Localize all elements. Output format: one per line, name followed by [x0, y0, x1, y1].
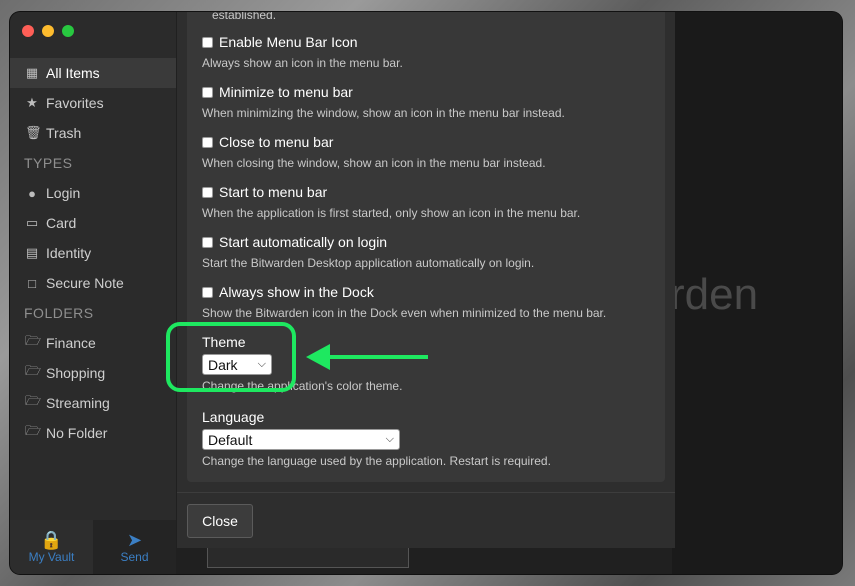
- credit-card-icon: ▭: [25, 215, 39, 230]
- app-window: ▦ All Items ★ Favorites 🗑 Trash TYPES ● …: [10, 12, 842, 574]
- send-button[interactable]: ➤ Send: [93, 520, 176, 574]
- language-setting: Language Default ⌵ Change the language u…: [202, 407, 551, 468]
- close-to-menu-bar-checkbox[interactable]: [202, 136, 213, 148]
- sidebar-item-secure-note[interactable]: □ Secure Note: [10, 268, 176, 298]
- enable-menu-bar-icon-checkbox[interactable]: [202, 36, 213, 48]
- theme-highlight-box: [166, 322, 296, 392]
- brand-text: rden: [670, 270, 759, 319]
- start-to-menu-bar-checkbox[interactable]: [202, 186, 213, 198]
- sidebar-item-all-items[interactable]: ▦ All Items: [10, 58, 176, 88]
- chevron-down-icon: ⌵: [385, 433, 394, 445]
- sidebar-item-label: Identity: [46, 245, 92, 261]
- send-label: Send: [120, 550, 149, 564]
- option-description: When the application is first started, o…: [202, 206, 581, 220]
- option-label: Always show in the Dock: [219, 284, 374, 300]
- option-label: Start to menu bar: [219, 184, 328, 200]
- lock-icon: 🔒: [40, 530, 63, 550]
- option-description: Always show an icon in the menu bar.: [202, 56, 403, 70]
- option-description: Start the Bitwarden Desktop application …: [202, 256, 535, 270]
- my-vault-label: My Vault: [28, 550, 75, 564]
- folder-icon: 🗁: [25, 423, 42, 438]
- clipped-description: established.: [212, 12, 277, 22]
- sidebar-item-streaming[interactable]: 🗁 Streaming: [10, 388, 176, 418]
- note-icon: □: [28, 275, 36, 291]
- language-select[interactable]: Default ⌵: [202, 429, 400, 450]
- option-close-to-menu-bar: Close to menu bar When closing the windo…: [202, 132, 546, 170]
- sidebar-list: ▦ All Items ★ Favorites 🗑 Trash TYPES ● …: [10, 58, 176, 448]
- trash-icon: 🗑: [25, 125, 42, 140]
- close-button[interactable]: Close: [187, 504, 253, 538]
- modal-footer: Close: [177, 492, 675, 549]
- my-vault-button[interactable]: 🔒 My Vault: [10, 520, 93, 574]
- id-card-icon: ▤: [25, 245, 39, 260]
- sidebar-item-label: Secure Note: [46, 275, 124, 291]
- option-description: When closing the window, show an icon in…: [202, 156, 546, 170]
- maximize-window-button[interactable]: [62, 25, 74, 37]
- sidebar-item-label: Card: [46, 215, 77, 231]
- options-modal: established. Enable Menu Bar Icon Always…: [177, 12, 675, 548]
- types-heading: TYPES: [24, 155, 73, 171]
- sidebar-item-shopping[interactable]: 🗁 Shopping: [10, 358, 176, 388]
- language-value: Default: [208, 431, 253, 448]
- globe-icon: ●: [28, 185, 36, 201]
- folder-icon: 🗁: [25, 363, 42, 378]
- option-start-to-menu-bar: Start to menu bar When the application i…: [202, 182, 580, 220]
- sidebar-item-label: Favorites: [46, 95, 104, 111]
- option-label: Enable Menu Bar Icon: [219, 34, 358, 50]
- option-label: Close to menu bar: [219, 134, 334, 150]
- sidebar-item-no-folder[interactable]: 🗁 No Folder: [10, 418, 176, 448]
- option-description: When minimizing the window, show an icon…: [202, 106, 565, 120]
- sidebar-item-favorites[interactable]: ★ Favorites: [10, 88, 176, 118]
- sidebar-item-label: Login: [46, 185, 81, 201]
- paper-plane-icon: ➤: [126, 530, 143, 550]
- start-on-login-checkbox[interactable]: [202, 236, 213, 248]
- sidebar: ▦ All Items ★ Favorites 🗑 Trash TYPES ● …: [10, 12, 176, 574]
- sidebar-item-label: No Folder: [46, 425, 108, 441]
- folder-icon: 🗁: [25, 393, 42, 408]
- sidebar-item-login[interactable]: ● Login: [10, 178, 176, 208]
- sidebar-item-trash[interactable]: 🗑 Trash: [10, 118, 176, 148]
- minimize-window-button[interactable]: [42, 25, 54, 37]
- annotation-arrow-icon: [306, 344, 428, 370]
- sidebar-item-finance[interactable]: 🗁 Finance: [10, 328, 176, 358]
- window-controls: [22, 25, 74, 37]
- sidebar-item-identity[interactable]: ▤ Identity: [10, 238, 176, 268]
- folders-heading: FOLDERS: [24, 305, 94, 321]
- sidebar-item-card[interactable]: ▭ Card: [10, 208, 176, 238]
- sidebar-item-label: Shopping: [46, 365, 106, 381]
- option-enable-menu-bar-icon: Enable Menu Bar Icon Always show an icon…: [202, 32, 403, 70]
- options-body: established. Enable Menu Bar Icon Always…: [187, 12, 665, 482]
- sidebar-item-label: Finance: [46, 335, 96, 351]
- minimize-to-menu-bar-checkbox[interactable]: [202, 86, 213, 98]
- background-button: [207, 547, 409, 568]
- star-icon: ★: [26, 95, 38, 110]
- folder-icon: 🗁: [25, 333, 42, 348]
- always-show-in-dock-checkbox[interactable]: [202, 286, 213, 298]
- sidebar-item-label: Trash: [46, 125, 82, 141]
- language-description: Change the language used by the applicat…: [202, 454, 551, 468]
- option-label: Start automatically on login: [219, 234, 388, 250]
- option-always-show-in-dock: Always show in the Dock Show the Bitward…: [202, 282, 606, 320]
- option-description: Show the Bitwarden icon in the Dock even…: [202, 306, 607, 320]
- sidebar-item-label: Streaming: [46, 395, 110, 411]
- language-label: Language: [202, 409, 265, 425]
- sidebar-item-label: All Items: [46, 65, 100, 81]
- close-window-button[interactable]: [22, 25, 34, 37]
- option-label: Minimize to menu bar: [219, 84, 353, 100]
- grid-icon: ▦: [25, 65, 39, 80]
- option-minimize-to-menu-bar: Minimize to menu bar When minimizing the…: [202, 82, 565, 120]
- option-start-on-login: Start automatically on login Start the B…: [202, 232, 534, 270]
- bottom-nav: 🔒 My Vault ➤ Send: [10, 520, 176, 574]
